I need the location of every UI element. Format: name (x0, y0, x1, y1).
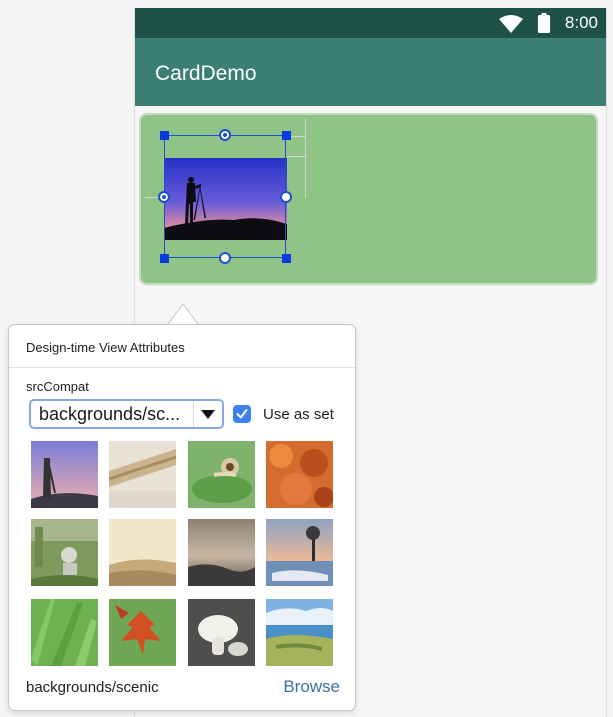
thumbnail-snail[interactable] (188, 441, 255, 508)
src-compat-dropdown[interactable]: backgrounds/sc... (29, 399, 224, 429)
attribute-label: srcCompat (26, 379, 89, 394)
thumbnail-robot[interactable] (31, 519, 98, 586)
thumbnail-hills[interactable] (109, 519, 176, 586)
chevron-down-icon (201, 410, 215, 419)
thumbnail-autumn[interactable] (266, 441, 333, 508)
resize-handle-top-right[interactable] (282, 131, 291, 140)
thumbnail-shore[interactable] (188, 519, 255, 586)
app-title: CardDemo (155, 62, 257, 85)
design-time-attributes-popup: Design-time View Attributes srcCompat ba… (8, 324, 356, 711)
constraint-anchor-left[interactable] (158, 191, 170, 203)
thumbnail-mushroom[interactable] (188, 599, 255, 666)
dropdown-toggle[interactable] (193, 401, 222, 427)
selected-resource-label: backgrounds/scenic (26, 679, 159, 696)
browse-button[interactable]: Browse (283, 677, 340, 697)
popup-title: Design-time View Attributes (26, 340, 185, 355)
guide-line (287, 156, 307, 157)
resize-handle-bottom-right[interactable] (282, 254, 291, 263)
wifi-icon (499, 15, 523, 33)
thumbnail-scenic[interactable] (31, 441, 98, 508)
use-as-set-label: Use as set (263, 406, 334, 423)
image-thumbnail-grid (31, 441, 334, 667)
status-bar: 8:00 (135, 8, 606, 38)
checkmark-icon (236, 409, 248, 419)
constraint-anchor-right[interactable] (280, 191, 292, 203)
popup-header: Design-time View Attributes (9, 325, 355, 368)
resize-handle-top-left[interactable] (160, 131, 169, 140)
popup-pointer (167, 303, 199, 326)
resize-handle-bottom-left[interactable] (160, 254, 169, 263)
dropdown-value: backgrounds/sc... (39, 404, 181, 424)
thumbnail-wood[interactable] (109, 441, 176, 508)
constraint-anchor-bottom[interactable] (219, 252, 231, 264)
thumbnail-lake[interactable] (266, 519, 333, 586)
use-as-set-checkbox[interactable] (233, 405, 251, 423)
thumbnail-red-leaf[interactable] (109, 599, 176, 666)
constraint-anchor-top[interactable] (219, 129, 231, 141)
thumbnail-coast[interactable] (266, 599, 333, 666)
battery-icon (538, 13, 550, 33)
guide-line (305, 118, 306, 198)
thumbnail-grass[interactable] (31, 599, 98, 666)
app-bar: CardDemo (135, 38, 606, 106)
status-time: 8:00 (564, 13, 598, 32)
selection-box (164, 135, 286, 258)
